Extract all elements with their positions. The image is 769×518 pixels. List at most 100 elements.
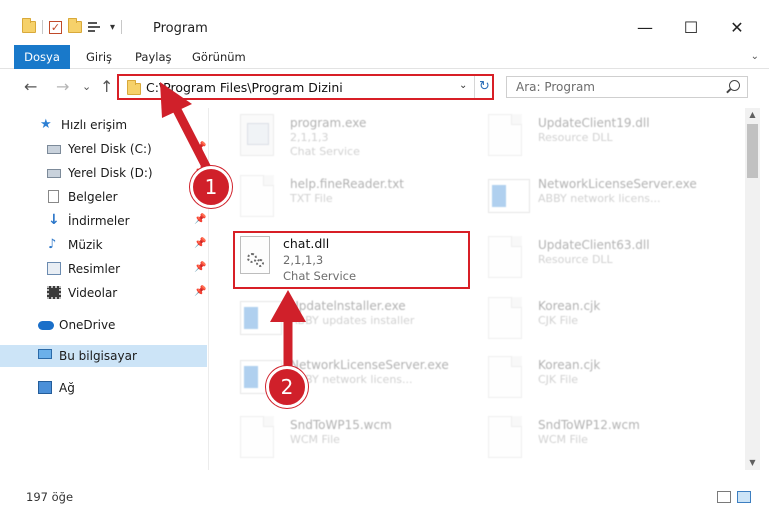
up-button[interactable]: ↑ <box>100 77 113 96</box>
ribbon-expand-icon[interactable]: ⌄ <box>751 45 759 69</box>
details-view-icon[interactable] <box>717 491 731 503</box>
tab-home[interactable]: Giriş <box>86 45 112 69</box>
quick-access-toolbar: ✓ ▾ <box>22 18 123 34</box>
recent-locations-button[interactable]: ⌄ <box>82 80 91 93</box>
file-detail: 2,1,1,3 <box>290 131 329 144</box>
address-dropdown-icon[interactable]: ⌄ <box>459 80 467 91</box>
address-bar[interactable]: C:\Program Files\Program Dizini ⌄ ↻ <box>117 74 494 100</box>
address-path[interactable]: C:\Program Files\Program Dizini <box>146 80 343 95</box>
scroll-thumb[interactable] <box>747 124 758 178</box>
file-description: Chat Service <box>283 269 357 283</box>
application-icon <box>240 114 274 156</box>
file-name: Korean.cjk <box>538 299 601 313</box>
sidebar-item-documents[interactable]: Belgeler 📌 <box>0 186 207 208</box>
sidebar-item-label: İndirmeler <box>68 214 130 228</box>
file-detail: TXT File <box>290 192 333 205</box>
toolbar-separator <box>121 20 123 34</box>
tiles-view-icon[interactable] <box>737 491 751 503</box>
scroll-down-icon[interactable]: ▼ <box>745 456 760 470</box>
star-icon: ★ <box>40 117 52 132</box>
back-button[interactable]: ← <box>24 77 37 96</box>
file-detail: Resource DLL <box>538 131 613 144</box>
search-input[interactable]: Ara: Program <box>516 80 595 94</box>
list-item[interactable]: program.exe 2,1,1,3 Chat Service <box>218 110 448 162</box>
search-icon[interactable] <box>729 80 740 91</box>
drive-icon <box>47 145 61 154</box>
search-box[interactable]: Ara: Program <box>506 76 748 98</box>
file-icon <box>488 416 522 458</box>
sidebar-item-label: Resimler <box>68 262 121 276</box>
list-item[interactable]: NetworkLicenseServer.exe ABBY network li… <box>218 352 449 404</box>
file-name: UpdateClient19.dll <box>538 116 650 130</box>
list-item[interactable]: Updatelnstaller.exe ABBY updates install… <box>218 293 448 345</box>
file-icon <box>240 416 274 458</box>
toolbar-separator <box>42 20 43 34</box>
text-file-icon <box>240 175 274 217</box>
document-icon <box>48 190 59 203</box>
file-icon <box>488 356 522 398</box>
tab-file[interactable]: Dosya <box>14 45 70 69</box>
list-item[interactable]: UpdateClient19.dll Resource DLL <box>466 110 696 162</box>
folder-icon[interactable] <box>22 18 36 33</box>
scroll-up-icon[interactable]: ▲ <box>745 108 760 122</box>
file-detail: CJK File <box>538 373 579 386</box>
pin-icon[interactable]: 📌 <box>194 142 206 153</box>
title-bar: ✓ ▾ Program — ☐ ✕ <box>0 0 769 42</box>
sidebar-item-this-pc[interactable]: Bu bilgisayar <box>0 345 207 367</box>
close-button[interactable]: ✕ <box>714 15 760 41</box>
properties-check-icon[interactable]: ✓ <box>49 20 62 34</box>
customize-toolbar-icon[interactable] <box>88 21 104 33</box>
pin-icon[interactable]: 📌 <box>194 262 206 273</box>
sidebar-item-local-disk-c[interactable]: Yerel Disk (C:) 📌 <box>0 138 207 160</box>
maximize-button[interactable]: ☐ <box>668 15 714 41</box>
list-item[interactable]: NetworkLicenseServer.exe ABBY network li… <box>466 171 697 223</box>
sidebar-item-music[interactable]: ♪ Müzik 📌 <box>0 234 207 256</box>
step-badge-2: 2 <box>266 366 308 408</box>
file-name: NetworkLicenseServer.exe <box>290 358 449 372</box>
status-bar: 197 öğe <box>0 486 769 510</box>
minimize-button[interactable]: — <box>622 15 668 41</box>
file-detail: ABBY network licens... <box>538 192 661 205</box>
sidebar-item-quick-access[interactable]: ★ Hızlı erişim <box>0 114 207 136</box>
list-item[interactable]: SndToWP12.wcm WCM File <box>466 412 696 464</box>
sidebar-item-label: Bu bilgisayar <box>59 349 137 363</box>
list-item[interactable]: UpdateClient63.dll Resource DLL <box>466 232 696 284</box>
download-icon: ↓ <box>48 212 60 228</box>
list-item[interactable]: Korean.cjk CJK File <box>466 352 696 404</box>
dll-file-icon <box>488 114 522 156</box>
sidebar-item-label: Müzik <box>68 238 103 252</box>
file-detail: ABBY updates installer <box>290 314 415 327</box>
sidebar-item-onedrive[interactable]: OneDrive <box>0 314 207 336</box>
tab-view[interactable]: Görünüm <box>192 45 246 69</box>
sidebar-item-videos[interactable]: Videolar 📌 <box>0 282 207 304</box>
folder-icon <box>127 80 141 95</box>
file-detail: Resource DLL <box>538 253 613 266</box>
pin-icon[interactable]: 📌 <box>194 238 206 249</box>
list-item[interactable]: SndToWP15.wcm WCM File <box>218 412 448 464</box>
refresh-button[interactable]: ↻ <box>474 76 494 98</box>
list-item[interactable]: Korean.cjk CJK File <box>466 293 696 345</box>
file-name: SndToWP12.wcm <box>538 418 640 432</box>
item-count: 197 öğe <box>26 490 74 504</box>
list-item[interactable]: help.fineReader.txt TXT File <box>218 171 448 223</box>
vertical-scrollbar[interactable]: ▲ ▼ <box>745 108 760 470</box>
tab-share[interactable]: Paylaş <box>135 45 172 69</box>
file-icon <box>488 297 522 339</box>
file-detail: WCM File <box>290 433 340 446</box>
step-badge-1: 1 <box>190 166 232 208</box>
sidebar-item-pictures[interactable]: Resimler 📌 <box>0 258 207 280</box>
sidebar-item-downloads[interactable]: ↓ İndirmeler 📌 <box>0 210 207 232</box>
sidebar-item-local-disk-d[interactable]: Yerel Disk (D:) 📌 <box>0 162 207 184</box>
file-name: help.fineReader.txt <box>290 177 404 191</box>
file-version: 2,1,1,3 <box>283 253 324 267</box>
new-folder-icon[interactable] <box>68 18 82 33</box>
pin-icon[interactable]: 📌 <box>194 286 206 297</box>
file-name-chat-dll[interactable]: chat.dll <box>283 236 329 251</box>
sidebar-item-label: Ağ <box>59 381 75 395</box>
sidebar-item-label: Belgeler <box>68 190 118 204</box>
sidebar-item-label: Yerel Disk (D:) <box>68 166 153 180</box>
sidebar-item-network[interactable]: Ağ <box>0 377 207 399</box>
toolbar-dropdown-icon[interactable]: ▾ <box>110 22 115 33</box>
pin-icon[interactable]: 📌 <box>194 214 206 225</box>
forward-button[interactable]: → <box>56 77 69 96</box>
